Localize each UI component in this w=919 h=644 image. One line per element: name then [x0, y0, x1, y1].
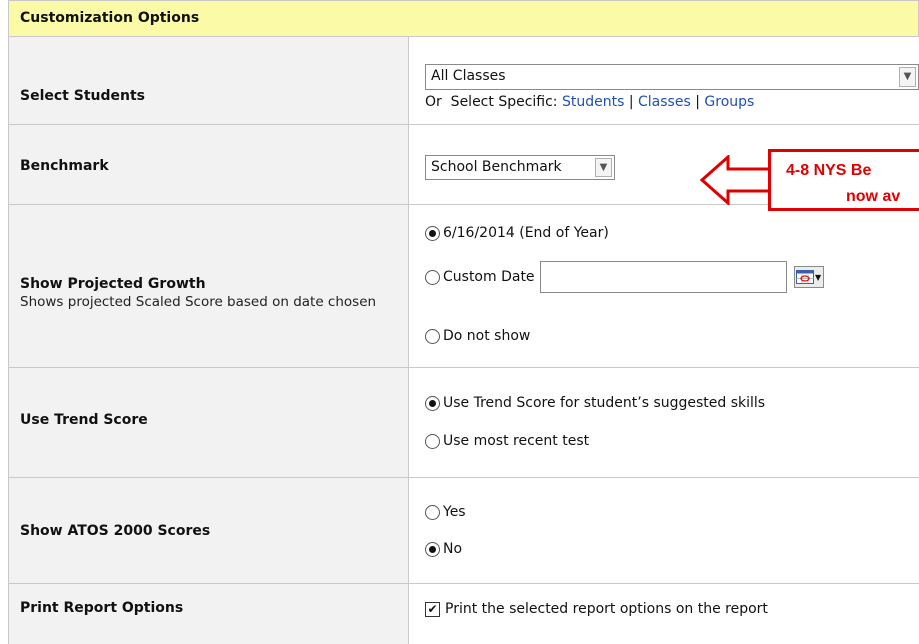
option-label: Yes: [443, 504, 466, 520]
benchmark-select-dropdown[interactable]: School Benchmark ▼: [425, 155, 615, 180]
projected-growth-label: Show Projected Growth: [20, 276, 206, 292]
groups-link[interactable]: Groups: [704, 94, 754, 110]
radio-button-selected[interactable]: [425, 225, 440, 241]
select-specific-label: Or Select Specific:: [425, 94, 558, 110]
radio-button[interactable]: [425, 328, 440, 344]
projected-option-end-of-year[interactable]: 6/16/2014 (End of Year): [425, 225, 609, 241]
calendar-icon: [795, 270, 814, 284]
row-label-cell: Use Trend Score: [9, 368, 409, 477]
radio-button-selected[interactable]: [425, 541, 440, 557]
callout-arrow-icon: [700, 155, 772, 205]
atos-option-no[interactable]: No: [425, 541, 462, 557]
class-select-value: All Classes: [431, 68, 506, 84]
link-separator: |: [628, 94, 634, 110]
option-label: Use Trend Score for student’s suggested …: [443, 395, 766, 411]
row-print-report-options: Print Report Options ✔ Print the selecte…: [8, 584, 919, 644]
option-label: Use most recent test: [443, 433, 590, 449]
select-students-label: Select Students: [20, 88, 145, 104]
trend-score-label: Use Trend Score: [20, 412, 148, 428]
radio-button-selected[interactable]: [425, 395, 440, 411]
option-label: 6/16/2014 (End of Year): [443, 225, 609, 241]
option-label: Do not show: [443, 328, 531, 344]
radio-button[interactable]: [425, 504, 440, 520]
atos-option-yes[interactable]: Yes: [425, 504, 466, 520]
row-label-cell: Show ATOS 2000 Scores: [9, 478, 409, 583]
panel-header: Customization Options: [8, 0, 919, 37]
custom-date-input[interactable]: [539, 261, 787, 293]
students-link[interactable]: Students: [562, 94, 624, 110]
classes-link[interactable]: Classes: [638, 94, 691, 110]
radio-button[interactable]: [425, 269, 440, 285]
benchmark-callout-box: 4-8 NYS Be now av: [768, 149, 919, 211]
chevron-down-icon: ▼: [595, 158, 612, 177]
option-label: No: [443, 541, 463, 557]
benchmark-select-value: School Benchmark: [431, 159, 562, 175]
row-label-cell: Print Report Options: [9, 584, 409, 644]
trend-option-most-recent[interactable]: Use most recent test: [425, 433, 589, 449]
atos-scores-label: Show ATOS 2000 Scores: [20, 523, 211, 539]
callout-line-1: 4-8 NYS Be: [786, 162, 872, 179]
print-options-checkbox-row[interactable]: ✔ Print the selected report options on t…: [425, 601, 768, 617]
row-trend-score: Use Trend Score Use Trend Score for stud…: [8, 368, 919, 478]
select-specific-line: Or Select Specific: Students | Classes |…: [425, 94, 754, 110]
callout-line-2: now av: [846, 188, 901, 205]
customization-options-panel: Customization Options Select Students Al…: [8, 0, 919, 644]
dropdown-triangle-icon: ▼: [814, 272, 822, 282]
trend-option-use-trend[interactable]: Use Trend Score for student’s suggested …: [425, 395, 765, 411]
row-atos-scores: Show ATOS 2000 Scores Yes No: [8, 478, 919, 584]
chevron-down-icon: ▼: [899, 67, 916, 87]
link-separator: |: [695, 94, 700, 110]
row-select-students: Select Students All Classes ▼ Or Select …: [8, 37, 919, 125]
checkbox-label: Print the selected report options on the…: [445, 601, 768, 617]
row-projected-growth: Show Projected Growth Shows projected Sc…: [8, 205, 919, 368]
row-label-cell: Select Students: [9, 37, 409, 124]
projected-option-custom-date[interactable]: Custom Date ▼: [425, 261, 824, 293]
print-options-checkbox[interactable]: ✔: [425, 601, 440, 617]
radio-button[interactable]: [425, 433, 440, 449]
class-select-dropdown[interactable]: All Classes ▼: [425, 64, 919, 90]
option-label: Custom Date: [443, 269, 535, 285]
calendar-picker-button[interactable]: ▼: [793, 266, 824, 288]
row-label-cell: Show Projected Growth Shows projected Sc…: [9, 205, 409, 367]
row-label-cell: Benchmark: [9, 125, 409, 204]
projected-growth-description: Shows projected Scaled Score based on da…: [20, 294, 377, 310]
print-report-options-label: Print Report Options: [20, 600, 184, 616]
projected-option-do-not-show[interactable]: Do not show: [425, 328, 530, 344]
benchmark-label: Benchmark: [20, 158, 109, 174]
